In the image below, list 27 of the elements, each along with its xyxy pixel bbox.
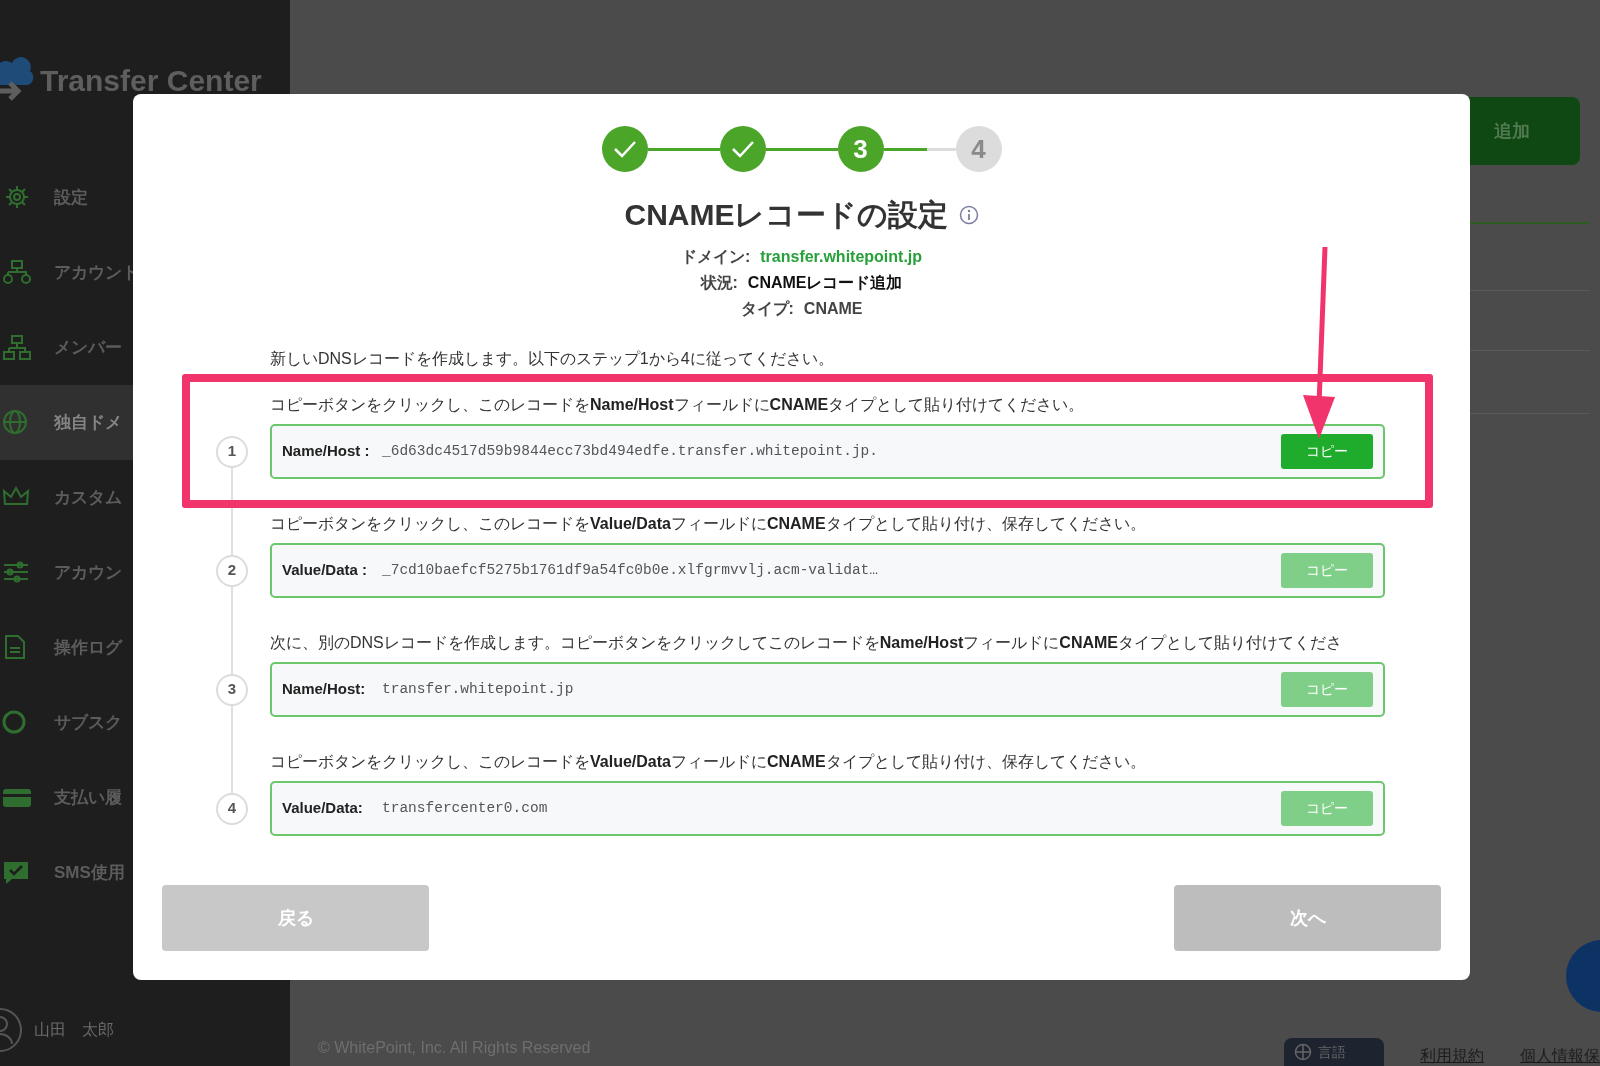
intro-text: 新しいDNSレコードを作成します。以下のステップ1から4に従ってください。 [270,349,835,369]
step-indicator: 3 [837,126,884,172]
meta-label: 状況: [700,273,738,293]
field-label: Name/Host: [282,679,367,700]
app-logo-text: Transfer Center [40,62,262,99]
step-number: 3 [216,673,248,706]
instruction-text: コピーボタンをクリックし、このレコードをValue/DataフィールドにCNAMEタイプとして貼り付け、保存してください。 [270,752,1147,772]
step-number: 2 [216,554,248,587]
meta-value: CNAME [803,299,863,319]
field-value: transfer.whitepoint.jp [382,679,574,699]
dialog-title: CNAMEレコードの設定 [624,197,949,233]
user-name: 山田 太郎 [34,1020,114,1040]
step-indicator: 4 [955,126,1002,172]
instruction-text: 次に、別のDNSレコードを作成します。コピーボタンをクリックしてこのレコードをName/HostフィールドにCNAMEタイプとして貼り付けてくださ [270,633,1344,653]
field-value: _7cd10baefcf5275b1761df9a54fc0b0e.xlfgrmvvlj.acm-validat… [382,560,878,580]
field-label: Value/Data: [282,798,364,819]
instruction-text: コピーボタンをクリックし、このレコードをName/HostフィールドにCNAMEタイプとして貼り付けてください。 [270,395,1086,415]
step-number: 1 [216,435,248,468]
meta-label: タイプ: [740,299,794,319]
field-value: transfercenter0.com [382,798,548,818]
meta-label: ドメイン: [680,247,751,267]
step-number: 4 [216,792,248,825]
field-label: Value/Data : [282,560,369,581]
instruction-text: コピーボタンをクリックし、このレコードをValue/DataフィールドにCNAMEタイプとして貼り付け、保存してください。 [270,514,1147,534]
field-value: _6d63dc4517d59b9844ecc73bd494edfe.transfer.whitepoint.jp. [382,441,878,461]
meta-value: CNAMEレコード追加 [747,273,903,293]
field-label: Name/Host : [282,441,371,462]
